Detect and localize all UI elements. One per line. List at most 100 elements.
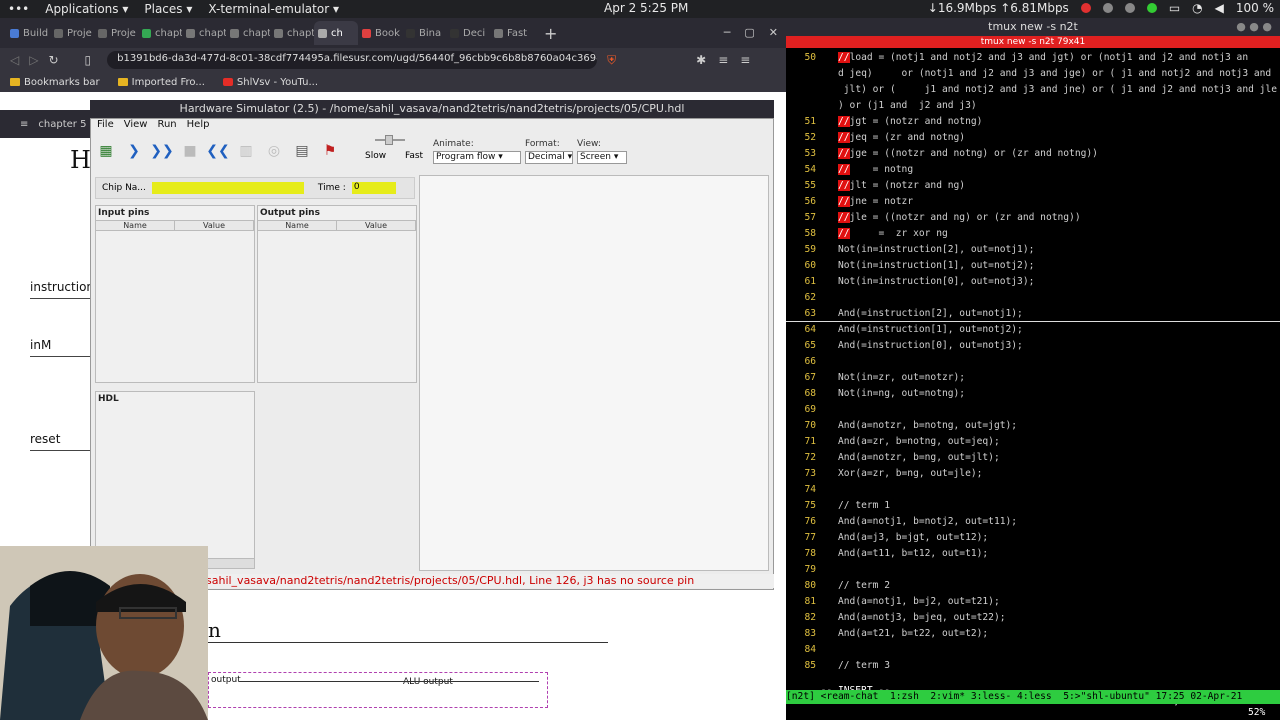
pin-label-reset: reset (30, 432, 61, 446)
col-value: Value (337, 221, 416, 230)
brave-shield-icon[interactable]: ⛨ (607, 53, 616, 68)
tray-icon[interactable] (1102, 3, 1113, 13)
browser-tab[interactable]: chapt (270, 21, 314, 45)
code-line: 51 //jgt = (notzr and notng) (786, 114, 1280, 130)
webcam-person-image (0, 546, 208, 720)
line-number: 58 (804, 228, 816, 239)
maximize-icon[interactable]: ▢ (744, 26, 754, 39)
hamburger-icon[interactable]: ≡ (20, 119, 28, 130)
format-select[interactable]: Decimal ▾ (525, 151, 573, 164)
eval-icon[interactable]: ▥ (235, 140, 257, 162)
browser-tab[interactable]: Bina (402, 21, 446, 45)
code-text: //jlt = (notzr and ng) (838, 180, 966, 191)
run-icon[interactable]: ❯❯ (150, 140, 173, 162)
code-line: 74 (786, 482, 1280, 498)
comment-marker: // (838, 180, 850, 191)
browser-tab[interactable]: Book (358, 21, 402, 45)
menu-help[interactable]: Help (187, 119, 210, 133)
bookmark-item[interactable]: ShlVsv - YouTu... (222, 77, 318, 88)
code-line: 64 And(=instruction[1], out=notj2); (786, 322, 1280, 338)
pin-label-instruction: instruction (30, 280, 95, 294)
line-number: 77 (804, 532, 816, 543)
code-line: 81 And(a=notj1, b=j2, out=t21); (786, 594, 1280, 610)
apps-grid-icon[interactable]: ••• (8, 2, 29, 16)
line-number: 69 (804, 404, 816, 415)
output-pins-header: Name Value (258, 220, 416, 231)
address-bar[interactable]: b1391bd6-da3d-477d-8c01-38cdf774495a.fil… (107, 51, 598, 69)
script-icon[interactable]: ▤ (291, 140, 313, 162)
menu-view[interactable]: View (124, 119, 148, 133)
browser-tab[interactable]: Build (6, 21, 50, 45)
line-number: 74 (804, 484, 816, 495)
simulator-titlebar[interactable]: Hardware Simulator (2.5) - /home/sahil_v… (90, 100, 774, 118)
animate-control: Animate: Program flow ▾ (433, 139, 521, 164)
load-chip-icon[interactable]: ▦ (95, 140, 117, 162)
code-line: 84 (786, 642, 1280, 658)
browser-tab[interactable]: Proje (50, 21, 94, 45)
close-icon[interactable]: ✕ (769, 26, 778, 39)
breakpoint-icon[interactable]: ⚑ (319, 140, 341, 162)
top-panel: ••• Applications ▾ Places ▾ X-terminal-e… (0, 0, 1280, 18)
single-step-icon[interactable]: ❯ (123, 140, 145, 162)
browser-tab[interactable]: Deci (446, 21, 490, 45)
code-line: 56 //jne = notzr (786, 194, 1280, 210)
bookmark-item[interactable]: Bookmarks bar (10, 77, 100, 88)
animate-select[interactable]: Program flow ▾ (433, 151, 521, 164)
code-line: 52 //jeq = (zr and notng) (786, 130, 1280, 146)
reload-icon[interactable]: ↻ (48, 53, 58, 67)
stop-icon[interactable]: ■ (179, 140, 201, 162)
terminal-window: tmux new -s n2t ● ● ● tmux new -s n2t 79… (786, 18, 1280, 720)
code-line: 62 (786, 290, 1280, 306)
tray-icon[interactable] (1124, 3, 1135, 13)
browser-tab[interactable]: chapt (138, 21, 182, 45)
forward-icon[interactable]: ▷ (29, 53, 38, 67)
favicon-icon (362, 28, 371, 38)
minimize-icon[interactable]: ─ (724, 26, 731, 39)
terminal-title: tmux new -s n2t (988, 20, 1078, 33)
battery-value[interactable]: 100 % (1236, 1, 1274, 15)
clock[interactable]: Apr 2 5:25 PM (604, 1, 688, 15)
volume-icon[interactable]: ◀ (1215, 1, 1224, 15)
code-line: 57 //jle = ((notzr and ng) or (zr and not… (786, 210, 1280, 226)
vim-buffer[interactable]: 50 //load = (notj1 and notj2 and j3 and j… (786, 50, 1280, 690)
clock-icon[interactable]: ◎ (263, 140, 285, 162)
browser-tab-active[interactable]: ch (314, 21, 358, 45)
hardware-simulator: File View Run Help ▦ ❯ ❯❯ ■ ❮❮ ▥ ◎ ▤ ⚑ S… (90, 118, 774, 590)
reset-icon[interactable]: ❮❮ (206, 140, 229, 162)
code-text: And(a=notj3, b=jeq, out=t22); (838, 612, 1006, 623)
terminal-titlebar[interactable]: tmux new -s n2t ● ● ● (786, 18, 1280, 36)
places-menu[interactable]: Places ▾ (144, 2, 192, 16)
playlist-icon[interactable]: ≡ (718, 53, 728, 67)
wifi-icon[interactable]: ◔ (1192, 1, 1202, 15)
menu-file[interactable]: File (97, 119, 114, 133)
speed-slider[interactable]: Slow Fast (365, 135, 435, 167)
menu-icon[interactable]: ≡ (740, 53, 750, 67)
bookmark-item[interactable]: Imported Fro... (117, 77, 205, 88)
code-line: 67 Not(in=zr, out=notzr); (786, 370, 1280, 386)
code-line: 53 //jge = ((notzr and notng) or (zr and … (786, 146, 1280, 162)
chip-name-field[interactable] (151, 182, 304, 194)
browser-tab[interactable]: Proje (94, 21, 138, 45)
slider-thumb[interactable] (385, 135, 393, 145)
line-number: 65 (804, 340, 816, 351)
back-icon[interactable]: ◁ (10, 53, 19, 67)
browser-tab[interactable]: chapt (226, 21, 270, 45)
new-tab-button[interactable]: + (544, 24, 557, 43)
view-select[interactable]: Screen ▾ (577, 151, 627, 164)
terminal-window-controls[interactable]: ● ● ● (1236, 18, 1272, 36)
code-text: And(a=notj1, b=j2, out=t21); (838, 596, 1000, 607)
line-number: 62 (804, 292, 816, 303)
applications-menu[interactable]: Applications ▾ (45, 2, 128, 16)
tray-icon[interactable] (1146, 3, 1157, 13)
browser-tab[interactable]: Fast (490, 21, 534, 45)
record-icon[interactable] (1080, 3, 1091, 13)
bookmark-icon[interactable]: ▯ (85, 53, 92, 67)
page-lower-content: n output ALU output (208, 592, 786, 708)
window-icon[interactable]: ▭ (1169, 1, 1180, 15)
tmux-status-bar[interactable]: [n2t] <ream-chat 1:zsh 2:vim* 3:less- 4:… (786, 690, 1280, 704)
active-app-menu[interactable]: X-terminal-emulator ▾ (208, 2, 339, 16)
extensions-icon[interactable]: ✱ (696, 53, 706, 67)
menu-run[interactable]: Run (157, 119, 176, 133)
code-text: // term 2 (838, 580, 890, 591)
browser-tab[interactable]: chapt (182, 21, 226, 45)
